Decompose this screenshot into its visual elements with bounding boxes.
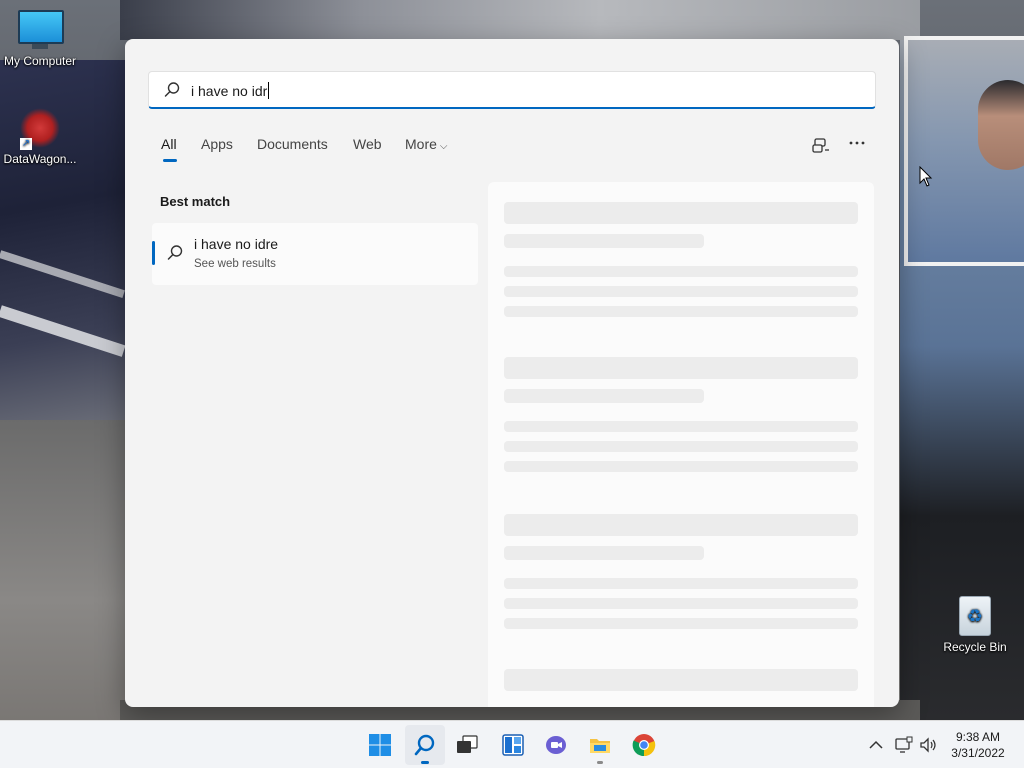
best-match-heading: Best match	[160, 194, 231, 209]
task-view-icon	[457, 735, 478, 753]
running-indicator	[597, 761, 603, 764]
loading-placeholder	[504, 546, 704, 560]
text-caret	[268, 82, 270, 99]
web-search-icon	[167, 245, 183, 260]
loading-placeholder	[504, 357, 858, 379]
start-icon	[369, 734, 391, 756]
mouse-cursor-icon	[919, 166, 933, 187]
loading-placeholder	[504, 598, 858, 609]
recycle-bin-icon: ♻	[953, 596, 997, 636]
desktop-icon-my-computer[interactable]: My Computer	[0, 10, 80, 68]
wallpaper-region	[0, 420, 140, 720]
search-icon	[164, 82, 180, 97]
tab-documents[interactable]: Documents	[257, 136, 328, 152]
file-explorer-button[interactable]	[580, 725, 620, 765]
account-switch-icon[interactable]	[810, 135, 832, 157]
chevron-up-icon[interactable]	[866, 735, 886, 755]
selection-indicator	[152, 241, 155, 265]
clock-date: 3/31/2022	[951, 746, 1005, 760]
floating-thumbnail	[904, 36, 1024, 266]
network-icon[interactable]	[893, 735, 913, 755]
loading-placeholder	[504, 202, 858, 224]
search-input[interactable]: i have no idr	[148, 71, 876, 109]
widgets-button[interactable]	[493, 725, 533, 765]
start-button[interactable]	[360, 725, 400, 765]
desktop-icon-datawagon[interactable]: ↗ DataWagon...	[0, 108, 80, 166]
desktop-icon-label: Recycle Bin	[943, 640, 1007, 654]
tab-apps[interactable]: Apps	[201, 136, 233, 152]
desktop-icon-label: DataWagon...	[3, 152, 77, 166]
teams-chat-icon	[546, 736, 566, 754]
clock-time: 9:38 AM	[955, 730, 1001, 744]
system-clock[interactable]: 9:38 AM 3/31/2022	[940, 729, 1016, 761]
chrome-button[interactable]	[624, 725, 664, 765]
desktop-icon-label: My Computer	[3, 54, 77, 68]
desktop-icon-recycle-bin[interactable]: ♻ Recycle Bin	[935, 596, 1015, 654]
volume-icon[interactable]	[918, 735, 938, 755]
file-explorer-icon	[590, 739, 610, 753]
loading-placeholder	[504, 421, 858, 432]
loading-placeholder	[504, 234, 704, 248]
result-title: i have no idre	[194, 236, 279, 252]
wallpaper-region	[120, 0, 920, 40]
widgets-icon	[502, 734, 524, 756]
result-subtitle: See web results	[194, 258, 276, 270]
search-panel: i have no idr All Apps Documents Web Mor…	[125, 39, 899, 707]
chevron-down-icon: ⌵	[439, 141, 448, 152]
tab-more-label: More	[405, 136, 437, 152]
more-options-icon[interactable]	[846, 135, 868, 157]
loading-placeholder	[504, 618, 858, 629]
search-query-value: i have no idr	[191, 83, 268, 99]
preview-pane-loading	[488, 182, 874, 707]
loading-placeholder	[504, 514, 858, 536]
active-indicator	[421, 761, 429, 764]
loading-placeholder	[504, 461, 858, 472]
search-query-text: i have no idr	[191, 82, 270, 99]
chrome-icon	[632, 734, 656, 757]
thumbnail-figure	[978, 80, 1024, 170]
computer-icon	[18, 10, 64, 50]
tab-more[interactable]: More ⌵	[405, 136, 448, 152]
loading-placeholder	[504, 306, 858, 317]
loading-placeholder	[504, 286, 858, 297]
datawagon-icon: ↗	[18, 108, 62, 150]
loading-placeholder	[504, 389, 704, 403]
search-icon	[414, 734, 435, 756]
chat-button[interactable]	[536, 725, 576, 765]
loading-placeholder	[504, 441, 858, 452]
taskbar: 9:38 AM 3/31/2022	[0, 720, 1024, 768]
active-tab-indicator	[163, 159, 177, 162]
tab-all[interactable]: All	[161, 136, 177, 152]
taskbar-search-button[interactable]	[405, 725, 445, 765]
loading-placeholder	[504, 266, 858, 277]
best-match-result[interactable]: i have no idre See web results	[152, 223, 478, 285]
shortcut-arrow-icon: ↗	[20, 138, 32, 150]
loading-placeholder	[504, 578, 858, 589]
loading-placeholder	[504, 669, 858, 691]
task-view-button[interactable]	[447, 725, 487, 765]
tab-web[interactable]: Web	[353, 136, 382, 152]
